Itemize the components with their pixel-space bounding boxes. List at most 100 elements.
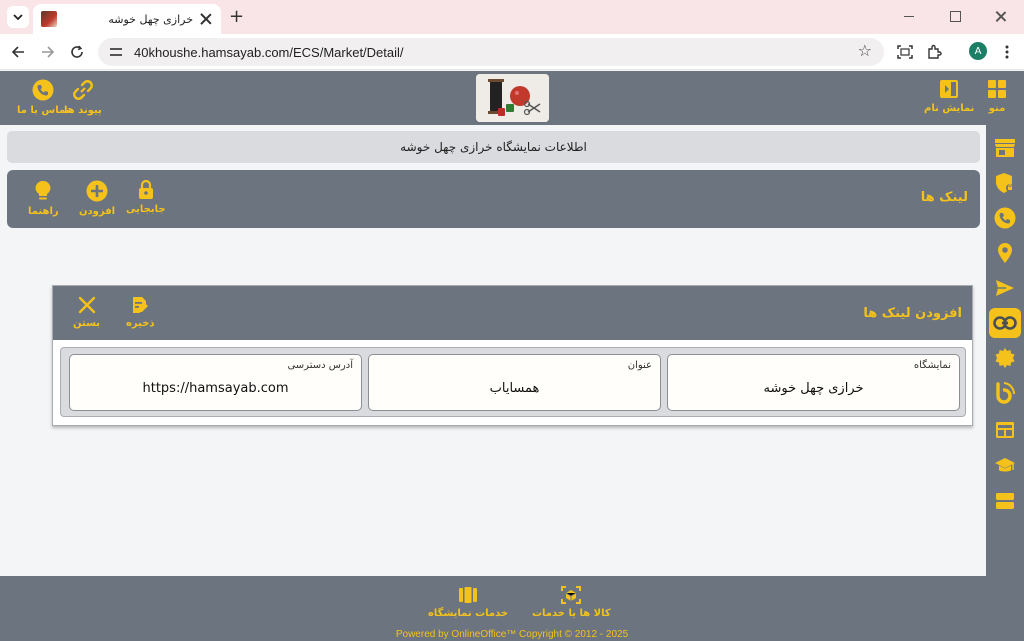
sidebar-item-phone[interactable] — [989, 203, 1021, 233]
sidebar-toggle-icon — [940, 80, 959, 98]
badge-burst-icon — [995, 348, 1015, 368]
url-field[interactable]: آدرس دسترسی https://hamsayab.com — [69, 354, 362, 411]
reload-button[interactable] — [65, 40, 89, 64]
forward-button[interactable] — [36, 40, 60, 64]
storefront-icon — [995, 139, 1015, 157]
screen-capture-icon — [897, 45, 913, 59]
chevron-down-icon — [13, 14, 23, 20]
graduation-cap-icon — [995, 458, 1015, 472]
browser-menu-button[interactable] — [995, 40, 1019, 64]
link-icon — [993, 316, 1017, 330]
add-links-dialog-header: افزودن لینک ها ذخیره بستن — [53, 286, 972, 340]
shield-lock-icon — [996, 173, 1014, 193]
tab-list-button[interactable] — [7, 6, 29, 28]
help-label: راهنما — [28, 206, 59, 217]
menu-button[interactable]: منو — [987, 79, 1007, 114]
link-form-row: نمایشگاه خرازی چهل خوشه عنوان همسایاب آد… — [60, 347, 966, 417]
move-label: جابجایی — [126, 204, 166, 215]
send-icon — [996, 280, 1014, 296]
sidebar-item-store[interactable] — [989, 133, 1021, 163]
close-tab-icon[interactable] — [199, 12, 213, 26]
sidebar-item-blog[interactable] — [989, 378, 1021, 408]
reload-icon — [71, 45, 83, 58]
site-settings-icon[interactable] — [110, 47, 122, 57]
close-dialog-button[interactable]: بستن — [73, 296, 100, 329]
links-label: پیوند ها — [64, 105, 102, 116]
close-icon — [78, 296, 95, 314]
add-circle-icon — [86, 180, 108, 202]
url-field-label: آدرس دسترسی — [287, 360, 353, 371]
services-icon — [459, 587, 478, 603]
storage-icon — [996, 493, 1014, 509]
back-button[interactable] — [6, 40, 30, 64]
dialog-title: افزودن لینک ها — [863, 306, 962, 321]
more-vertical-icon — [1005, 45, 1009, 59]
grid-menu-icon — [988, 80, 1006, 98]
new-tab-button[interactable]: + — [229, 8, 244, 26]
title-field[interactable]: عنوان همسایاب — [368, 354, 661, 411]
app-footer: خدمات نمایشگاه کالا ها یا خدمات Powered … — [0, 576, 1024, 641]
extensions-button[interactable] — [922, 40, 946, 64]
lock-icon — [138, 180, 153, 199]
url-field-value: https://hamsayab.com — [142, 381, 289, 396]
sidebar-item-security[interactable] — [989, 168, 1021, 198]
location-pin-icon — [998, 243, 1012, 263]
blogger-icon — [996, 382, 1015, 404]
phone-icon — [994, 207, 1016, 229]
title-field-value: همسایاب — [489, 381, 540, 396]
site-favicon-icon — [41, 11, 57, 27]
sidebar-item-send[interactable] — [989, 273, 1021, 303]
store-field-label: نمایشگاه — [913, 360, 951, 371]
sidebar-item-layout[interactable] — [989, 415, 1021, 445]
store-field[interactable]: نمایشگاه خرازی چهل خوشه — [667, 354, 960, 411]
screenshot-button[interactable] — [893, 40, 917, 64]
store-services-label: خدمات نمایشگاه — [428, 608, 509, 619]
store-field-value: خرازی چهل خوشه — [763, 381, 864, 396]
close-label: بستن — [73, 318, 101, 329]
right-sidebar — [986, 125, 1024, 576]
phone-icon — [32, 79, 54, 101]
store-services-button[interactable]: خدمات نمایشگاه — [428, 586, 508, 619]
links-button[interactable]: پیوند ها — [64, 79, 102, 116]
browser-tab-bar: خرازی چهل خوشه + — [0, 0, 1024, 34]
powered-by-text: Powered by OnlineOffice™ Copyright © 201… — [395, 629, 629, 640]
products-button[interactable]: کالا ها یا خدمات — [532, 586, 611, 619]
display-name-button[interactable]: نمایش نام — [924, 79, 974, 114]
products-label: کالا ها یا خدمات — [532, 608, 611, 619]
browser-tab[interactable]: خرازی چهل خوشه — [33, 4, 221, 34]
contact-us-label: تماس با ما — [17, 105, 70, 116]
display-name-label: نمایش نام — [924, 103, 975, 114]
save-label: ذخیره — [126, 318, 155, 329]
contact-us-button[interactable]: تماس با ما — [17, 79, 69, 116]
arrow-right-icon — [42, 46, 55, 58]
store-info-title: اطلاعات نمایشگاه خرازی چهل خوشه — [400, 140, 587, 154]
puzzle-icon — [928, 44, 942, 59]
sidebar-item-badge[interactable] — [989, 343, 1021, 373]
browser-toolbar: 40khoushe.hamsayab.com/ECS/Market/Detail… — [0, 34, 1024, 70]
sidebar-item-links[interactable] — [989, 308, 1021, 338]
profile-avatar[interactable]: A — [969, 42, 987, 60]
store-logo[interactable] — [476, 74, 549, 122]
sidebar-item-education[interactable] — [989, 451, 1021, 481]
sidebar-item-storage[interactable] — [989, 486, 1021, 516]
layout-icon — [996, 422, 1014, 438]
close-window-button[interactable] — [978, 0, 1024, 34]
maximize-button[interactable] — [932, 0, 978, 34]
tab-title: خرازی چهل خوشه — [108, 12, 193, 26]
sewing-supplies-logo-icon — [476, 74, 549, 122]
address-bar[interactable]: 40khoushe.hamsayab.com/ECS/Market/Detail… — [98, 38, 884, 66]
sidebar-item-location[interactable] — [989, 238, 1021, 268]
save-button[interactable]: ذخیره — [126, 296, 155, 329]
url-text: 40khoushe.hamsayab.com/ECS/Market/Detail… — [134, 44, 404, 60]
move-button[interactable]: جابجایی — [126, 180, 166, 215]
minimize-button[interactable] — [886, 0, 932, 34]
products-scan-icon — [561, 586, 582, 604]
link-icon — [72, 80, 93, 100]
add-label: افزودن — [79, 206, 116, 217]
help-button[interactable]: راهنما — [28, 180, 59, 217]
menu-label: منو — [988, 103, 1006, 114]
add-button[interactable]: افزودن — [79, 180, 115, 217]
bookmark-star-icon[interactable]: ☆ — [858, 41, 872, 60]
links-section-title: لینک ها — [920, 190, 968, 205]
app-header: تماس با ما پیوند ها نمایش نام منو — [0, 71, 1024, 125]
